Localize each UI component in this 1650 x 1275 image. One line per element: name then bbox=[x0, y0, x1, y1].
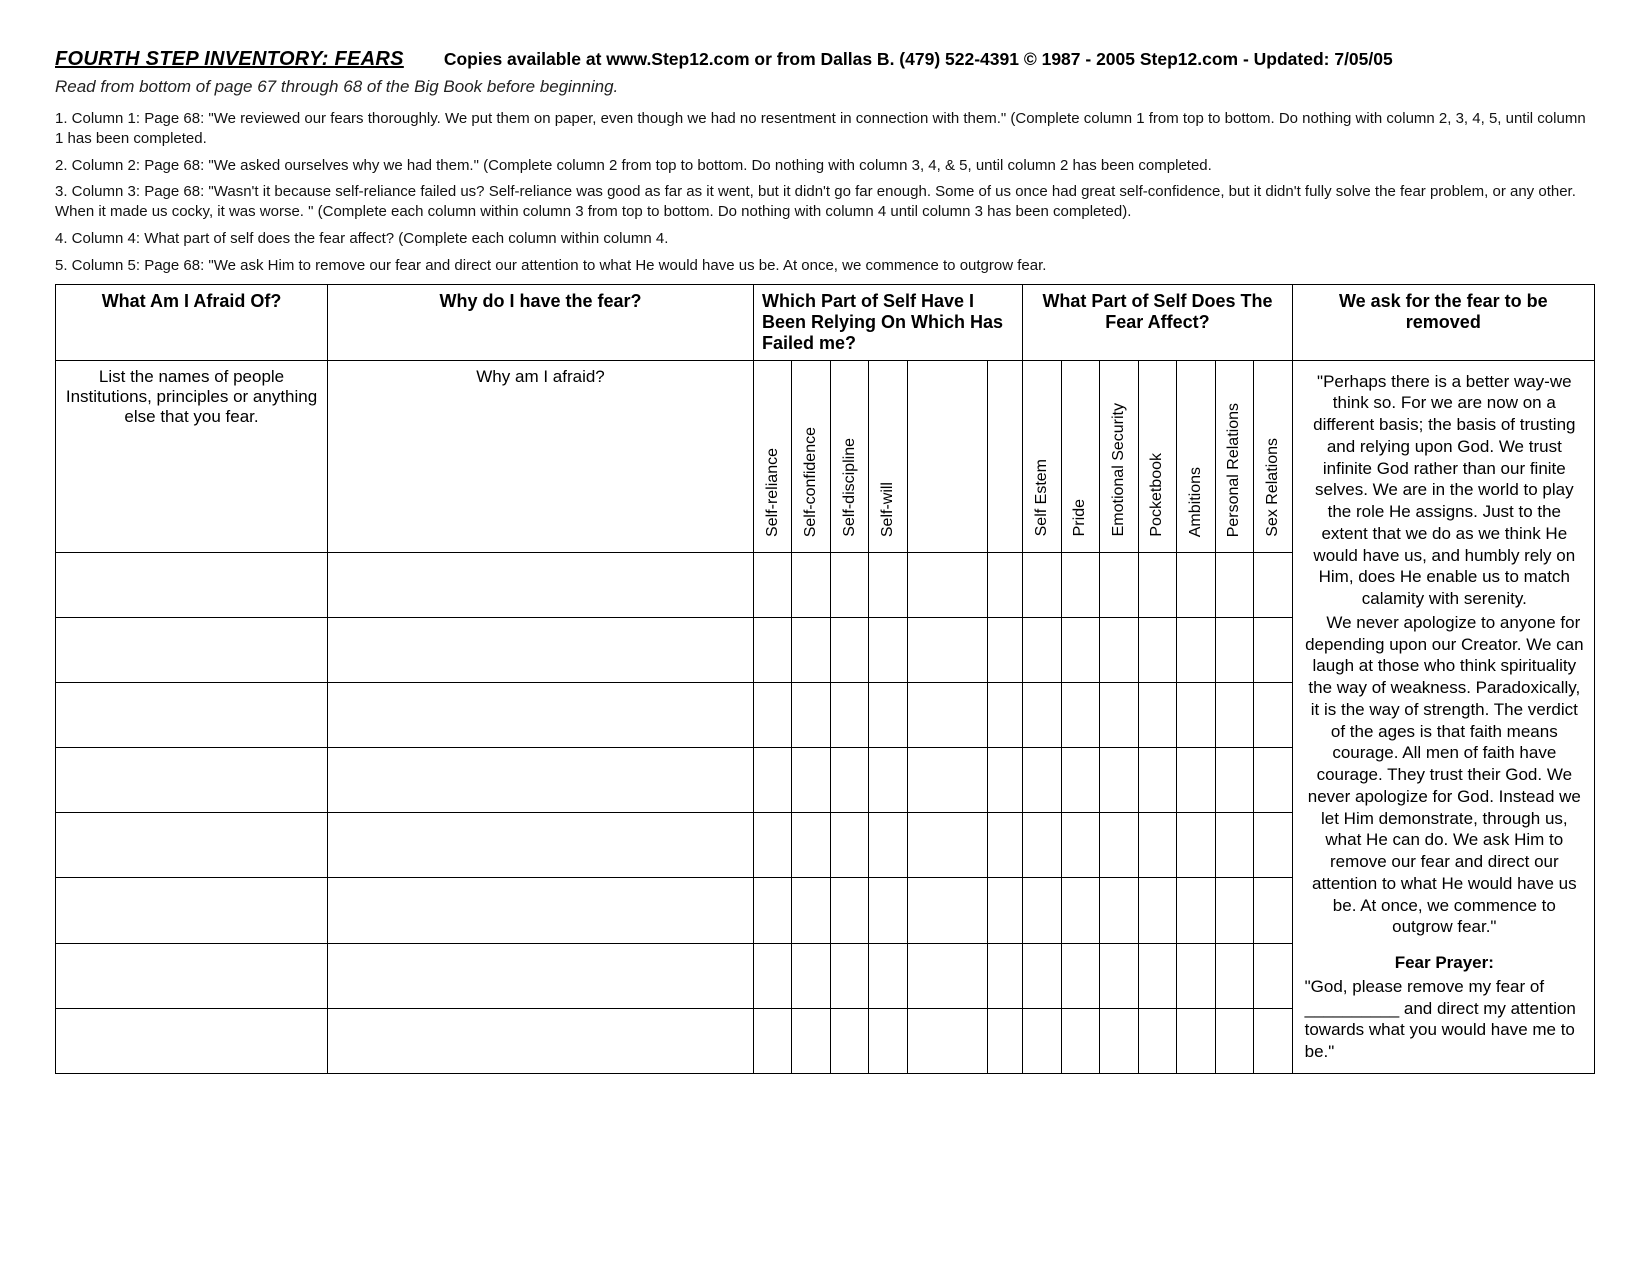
subtitle: Read from bottom of page 67 through 68 o… bbox=[55, 77, 1595, 97]
col-self-discipline: Self-discipline bbox=[830, 360, 868, 552]
header-info: Copies available at www.Step12.com or fr… bbox=[444, 49, 1393, 70]
instruction-5: 5. Column 5: Page 68: "We ask Him to rem… bbox=[55, 256, 1595, 276]
col-header-relying: Which Part of Self Have I Been Relying O… bbox=[754, 284, 1023, 360]
sidebar-text: "Perhaps there is a better way-we think … bbox=[1292, 360, 1594, 1073]
sub-why: Why am I afraid? bbox=[328, 360, 754, 552]
col-header-what: What Am I Afraid Of? bbox=[56, 284, 328, 360]
col-ambitions: Ambitions bbox=[1177, 360, 1215, 552]
col-self-will: Self-will bbox=[869, 360, 907, 552]
col-sex-relations: Sex Relations bbox=[1254, 360, 1293, 552]
col-relying-blank2 bbox=[987, 360, 1023, 552]
instruction-3: 3. Column 3: Page 68: "Wasn't it because… bbox=[55, 182, 1595, 222]
prayer-text: "God, please remove my fear of _________… bbox=[1305, 976, 1584, 1063]
col-header-affect: What Part of Self Does The Fear Affect? bbox=[1023, 284, 1292, 360]
document-header: FOURTH STEP INVENTORY: FEARS Copies avai… bbox=[55, 48, 1595, 71]
col-header-remove: We ask for the fear to be removed bbox=[1292, 284, 1594, 360]
col-self-confidence: Self-confidence bbox=[792, 360, 830, 552]
table-header-row: What Am I Afraid Of? Why do I have the f… bbox=[56, 284, 1595, 360]
sub-what: List the names of people Institutions, p… bbox=[56, 360, 328, 552]
instruction-1: 1. Column 1: Page 68: "We reviewed our f… bbox=[55, 109, 1595, 149]
prayer-title: Fear Prayer: bbox=[1305, 952, 1584, 974]
inventory-table: What Am I Afraid Of? Why do I have the f… bbox=[55, 284, 1595, 1074]
page-title: FOURTH STEP INVENTORY: FEARS bbox=[55, 48, 404, 71]
col-pride: Pride bbox=[1061, 360, 1099, 552]
col-self-reliance: Self-reliance bbox=[754, 360, 792, 552]
col-pocketbook: Pocketbook bbox=[1138, 360, 1176, 552]
sidebar-para2: We never apologize to anyone for dependi… bbox=[1305, 612, 1584, 938]
sidebar-para1: "Perhaps there is a better way-we think … bbox=[1305, 371, 1584, 610]
col-relying-blank1 bbox=[907, 360, 987, 552]
col-header-why: Why do I have the fear? bbox=[328, 284, 754, 360]
instruction-4: 4. Column 4: What part of self does the … bbox=[55, 229, 1595, 249]
table-subheader-row: List the names of people Institutions, p… bbox=[56, 360, 1595, 552]
col-self-esteem: Self Estem bbox=[1023, 360, 1061, 552]
col-personal-relations: Personal Relations bbox=[1215, 360, 1253, 552]
instructions-block: 1. Column 1: Page 68: "We reviewed our f… bbox=[55, 109, 1595, 276]
instruction-2: 2. Column 2: Page 68: "We asked ourselve… bbox=[55, 156, 1595, 176]
col-emotional-security: Emotional Security bbox=[1100, 360, 1138, 552]
